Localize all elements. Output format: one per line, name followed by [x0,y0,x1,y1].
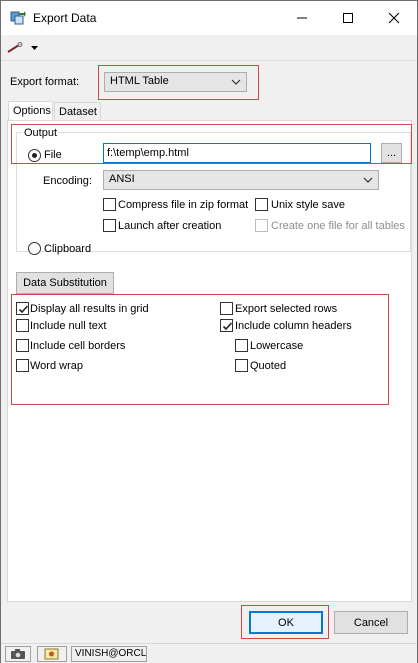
session-button[interactable] [37,646,67,662]
chevron-down-icon [363,177,373,183]
one-file-checkbox[interactable] [255,219,268,232]
close-icon [388,12,400,24]
minimize-button[interactable] [279,1,325,35]
data-substitution-button[interactable]: Data Substitution [16,272,114,294]
tab-dataset[interactable]: Dataset [54,102,101,122]
camera-icon [11,649,25,659]
tab-dataset-label: Dataset [59,106,97,118]
highlight-options [11,294,389,405]
toolbar [1,35,417,61]
highlight-export-format [98,65,259,100]
launch-after-creation-checkbox[interactable] [103,219,116,232]
export-data-icon [10,10,26,26]
connection-label: VINISH@ORCL [71,646,147,662]
unix-style-label: Unix style save [271,199,345,211]
window-title: Export Data [33,11,97,25]
export-data-window: Export Data Export format: HTML Table Op… [0,0,418,663]
one-file-label: Create one file for all tables [271,220,405,232]
chevron-down-icon [31,46,38,50]
tab-options[interactable]: Options [8,101,53,122]
encoding-value: ANSI [109,173,135,185]
status-bar: VINISH@ORCL [1,643,417,663]
close-button[interactable] [371,1,417,35]
session-icon [44,648,59,660]
title-bar: Export Data [1,1,417,35]
tool-dropdown-button[interactable] [7,40,39,56]
cancel-button[interactable]: Cancel [334,611,408,634]
wand-icon [7,42,23,53]
launch-after-creation-label: Launch after creation [118,220,222,232]
connection-text: VINISH@ORCL [75,648,147,659]
data-substitution-label: Data Substitution [23,277,107,289]
encoding-label: Encoding: [43,175,92,187]
clipboard-label: Clipboard [44,243,92,255]
tab-options-label: Options [13,105,51,117]
highlight-output [11,124,412,164]
cancel-label: Cancel [353,616,389,629]
maximize-button[interactable] [325,1,371,35]
clipboard-radio[interactable] [28,242,41,255]
encoding-select[interactable]: ANSI [103,170,379,190]
compress-zip-label: Compress file in zip format [118,199,249,211]
maximize-icon [343,13,353,23]
compress-zip-checkbox[interactable] [103,198,116,211]
camera-button[interactable] [5,646,31,662]
export-format-label: Export format: [10,76,80,88]
highlight-ok [241,605,329,639]
unix-style-checkbox[interactable] [255,198,268,211]
minimize-icon [297,17,307,19]
